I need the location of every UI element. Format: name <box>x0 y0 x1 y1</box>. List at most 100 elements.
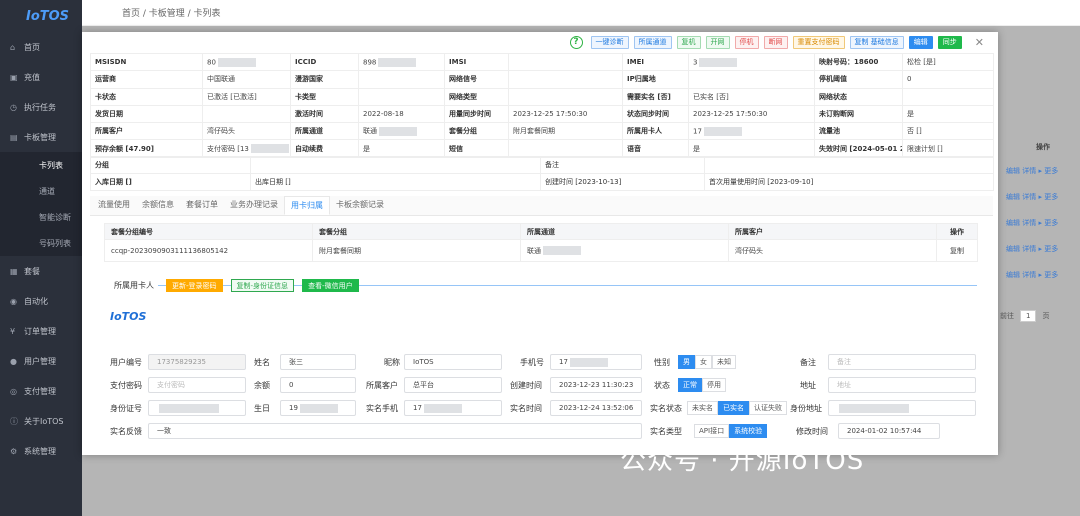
pager-input[interactable]: 1 <box>1020 310 1037 322</box>
idno-label: 身份证号 <box>110 404 142 413</box>
info-key: 状态同步时间 <box>622 104 689 124</box>
channel-button[interactable]: 所属通道 <box>633 35 672 49</box>
gender-selector: 男女未知 <box>678 355 736 369</box>
gender-female[interactable]: 女 <box>695 355 712 369</box>
tab-orders[interactable]: 套餐订单 <box>180 196 224 215</box>
user-icon: ● <box>10 356 17 366</box>
tab-records[interactable]: 业务办理记录 <box>224 196 284 215</box>
realstate-none[interactable]: 未实名 <box>687 401 718 415</box>
tab-card-balance[interactable]: 卡板余额记录 <box>330 196 390 215</box>
info-key: 所属通道 <box>290 122 359 141</box>
info-text: 支付密码 [13 <box>207 144 249 153</box>
bg-row-actions[interactable]: 编辑 详情 ▸ 更多 <box>1006 270 1080 280</box>
realtime-label: 实名时间 <box>510 404 542 413</box>
realphone-field[interactable]: 17 <box>404 400 502 416</box>
close-icon[interactable]: ✕ <box>975 36 984 49</box>
sidebar-sub-diagnosis[interactable]: 智能诊断 <box>0 204 82 230</box>
sidebar-item-tasks[interactable]: ◷ 执行任务 <box>0 92 82 122</box>
bg-row-actions[interactable]: 编辑 详情 ▸ 更多 <box>1006 218 1080 228</box>
sidebar-item-about[interactable]: ⓘ 关于IoTOS <box>0 406 82 436</box>
feedback-field[interactable]: 一致 <box>148 423 642 439</box>
status-normal[interactable]: 正常 <box>678 378 702 392</box>
customer-field[interactable]: 总平台 <box>404 377 502 393</box>
sidebar-item-cards[interactable]: ▤ 卡板管理 <box>0 122 82 152</box>
bg-row-actions[interactable]: 编辑 详情 ▸ 更多 <box>1006 244 1080 254</box>
info-text: 已实名 [否] <box>693 92 729 101</box>
phone-value: 17 <box>559 358 568 366</box>
bg-row-actions[interactable]: 编辑 详情 ▸ 更多 <box>1006 166 1080 176</box>
created-field[interactable]: 2023-12-23 11:30:23 <box>550 377 642 393</box>
gender-male[interactable]: 男 <box>678 355 695 369</box>
realtype-api[interactable]: API接口 <box>694 424 730 438</box>
copy-id-button[interactable]: 复制-身份证信息 <box>230 278 295 292</box>
phone-label: 手机号 <box>520 358 544 367</box>
sidebar-item-recharge[interactable]: ▣ 充值 <box>0 62 82 92</box>
copy-link[interactable]: 复制 <box>936 239 978 262</box>
birthday-field[interactable]: 19 <box>280 400 356 416</box>
redacted-block <box>703 126 742 136</box>
modified-field[interactable]: 2024-01-02 10:57:44 <box>838 423 940 439</box>
edit-button[interactable]: 编辑 <box>908 35 933 49</box>
card-info-table-2: 分组 备注 入库日期 [] 出库日期 [] 创建时间 [2023-10-13] 首次用量… <box>90 156 994 191</box>
name-field[interactable]: 张三 <box>280 354 356 370</box>
info-value: 附月套餐同期 <box>508 122 623 141</box>
status-disabled[interactable]: 停用 <box>702 378 726 392</box>
tab-balance[interactable]: 余额信息 <box>136 196 180 215</box>
resume-button[interactable]: 复机 <box>676 35 701 49</box>
balance-field[interactable]: 0 <box>280 377 356 393</box>
cut-net-button[interactable]: 断网 <box>763 35 788 49</box>
address-field[interactable]: 地址 <box>828 377 976 393</box>
sidebar-item-package[interactable]: ▦ 套餐 <box>0 256 82 286</box>
table-cell: ccqp-2023090903111136805142 <box>104 239 313 262</box>
info-value: 0 <box>902 70 994 89</box>
suspend-button[interactable]: 停机 <box>734 35 759 49</box>
tab-traffic[interactable]: 流量使用 <box>92 196 136 215</box>
info-text: 运营商 <box>95 75 116 84</box>
realstate-failed[interactable]: 认证失败 <box>749 401 787 415</box>
info-text: 网络类型 <box>449 92 477 101</box>
sidebar-item-home[interactable]: ⌂ 首页 <box>0 32 82 62</box>
sidebar-item-system[interactable]: ⚙ 系统管理 <box>0 436 82 466</box>
update-password-button[interactable]: 更新-登录密码 <box>166 278 223 292</box>
help-icon[interactable]: ? <box>569 35 583 49</box>
bg-row-actions[interactable]: 编辑 详情 ▸ 更多 <box>1006 192 1080 202</box>
detail-tabs: 流量使用 余额信息 套餐订单 业务办理记录 用卡归属 卡板余额记录 <box>90 196 993 216</box>
view-wechat-button[interactable]: 查看-微信用户 <box>302 278 359 292</box>
redacted-block <box>423 403 462 413</box>
sidebar-item-orders[interactable]: ¥ 订单管理 <box>0 316 82 346</box>
realstate-done[interactable]: 已实名 <box>718 401 749 415</box>
remark-field[interactable]: 备注 <box>828 354 976 370</box>
created-label: 创建时间 <box>510 381 542 390</box>
gender-unknown[interactable]: 未知 <box>712 355 736 369</box>
sync-button[interactable]: 同步 <box>937 35 962 49</box>
realtype-system[interactable]: 系统校验 <box>729 424 768 438</box>
app-root: IoTOS ⌂ 首页 ▣ 充值 ◷ 执行任务 ▤ 卡板管理 卡列表 通道 智能诊断 号码… <box>0 0 1080 516</box>
realtime-field[interactable]: 2023-12-24 13:52:06 <box>550 400 642 416</box>
info2-cell: 出库日期 [] <box>250 173 541 191</box>
copy-info-button[interactable]: 复制 基础信息 <box>849 35 904 49</box>
info-text: IMEI <box>627 58 644 67</box>
info-key: 自动续费 <box>290 139 359 158</box>
info-key: 所属客户 <box>90 122 203 141</box>
reset-pay-pwd-button[interactable]: 重置支付密码 <box>792 35 845 49</box>
info-text: 自动续费 <box>295 144 323 153</box>
info-text: ICCID <box>295 58 317 67</box>
idno-field[interactable] <box>148 400 246 416</box>
sidebar-item-payment[interactable]: ◎ 支付管理 <box>0 376 82 406</box>
info-value: 2023-12-25 17:50:30 <box>508 104 623 124</box>
info-row: MSISDN 80 ICCID 898 IMSI IMEI 3 映射号码：18600 松检 [是… <box>90 52 994 72</box>
sidebar-sub-numbers[interactable]: 号码列表 <box>0 230 82 256</box>
sidebar-item-users[interactable]: ● 用户管理 <box>0 346 82 376</box>
diagnose-button[interactable]: 一键诊断 <box>590 35 629 49</box>
nick-field[interactable]: IoTOS <box>404 354 502 370</box>
realstate-selector: 未实名 已实名 认证失败 <box>687 401 787 415</box>
idaddr-field[interactable] <box>828 400 976 416</box>
phone-field[interactable]: 17 <box>550 354 642 370</box>
sidebar-sub-card-list[interactable]: 卡列表 <box>0 152 82 178</box>
paypwd-field[interactable]: 支付密码 <box>148 377 246 393</box>
open-net-button[interactable]: 开网 <box>705 35 730 49</box>
info-value <box>202 104 291 124</box>
sidebar-sub-channel[interactable]: 通道 <box>0 178 82 204</box>
tab-card-owner[interactable]: 用卡归属 <box>284 196 330 215</box>
sidebar-item-automation[interactable]: ◉ 自动化 <box>0 286 82 316</box>
